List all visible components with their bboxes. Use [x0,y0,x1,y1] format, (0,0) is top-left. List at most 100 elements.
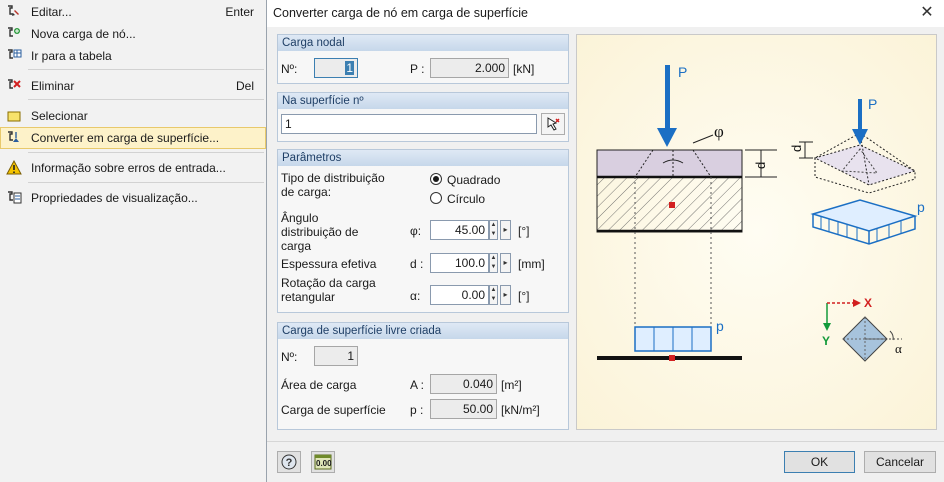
thickness-input[interactable]: 100.0 [430,253,489,273]
angle-symbol: φ: [410,224,422,238]
menu-item-convert-surface-load[interactable]: Converter em carga de superfície... [0,127,266,149]
label-d-right: d [789,145,804,152]
warning-icon [6,160,22,175]
thickness-spinner[interactable]: ▲ ▼ [489,253,498,273]
angle-input[interactable]: 45.00 [430,220,489,240]
surface-load-field: 50.00 [430,399,497,419]
dialog-titlebar: Converter carga de nó em carga de superf… [267,0,944,27]
ok-button[interactable]: OK [784,451,855,473]
menu-separator [28,69,264,70]
area-field: 0.040 [430,374,497,394]
context-menu: Editar... Enter Nova carga de nó... Ir p… [0,0,266,482]
edit-load-icon [8,5,19,16]
menu-separator [28,99,264,100]
select-icon [7,111,21,122]
nodal-no-value: 1 [345,61,354,75]
illustration-graphic: P φ d p P d p X Y α [596,64,925,362]
svg-text:?: ? [286,457,293,469]
thickness-unit: [mm] [518,257,545,271]
menu-shortcut: Enter [225,5,254,19]
menu-separator [28,152,264,153]
thickness-arrow-button[interactable]: ▸ [500,253,511,273]
nodal-no-field[interactable]: 1 [314,58,358,78]
menu-label: Informação sobre erros de entrada... [31,161,226,175]
delete-icon [8,79,21,89]
menu-item-display-properties[interactable]: Propriedades de visualização... [0,187,266,209]
menu-label: Converter em carga de superfície... [31,131,220,145]
radio-circle-label: Círculo [447,192,486,206]
rotation-symbol: α: [410,289,421,303]
convert-load-dialog: Converter carga de nó em carga de superf… [266,0,944,482]
help-button[interactable]: ? [277,451,301,473]
label-P-left: P [678,64,687,80]
angle-arrow-button[interactable]: ▸ [500,220,511,240]
menu-item-select[interactable]: Selecionar [0,105,266,127]
menu-item-input-error-info[interactable]: Informação sobre erros de entrada... [0,157,266,179]
panel-header: Carga de superfície livre criada [278,323,568,339]
table-icon [8,49,22,59]
label-axis-y: Y [822,334,830,348]
menu-item-edit[interactable]: Editar... Enter [0,1,266,23]
rotation-label: Rotação da carga retangular [281,276,376,304]
created-no-label: Nº: [281,350,298,364]
menu-label: Editar... [31,5,72,19]
units-text: 0.00 [316,459,332,468]
help-icon: ? [281,454,297,470]
new-load-icon [8,27,20,37]
distribution-type-label: Tipo de distribuição de carga: [281,171,385,199]
panel-header: Carga nodal [278,35,568,51]
thickness-symbol: d : [410,257,424,271]
angle-unit: [°] [518,224,530,238]
rotation-arrow-button[interactable]: ▸ [500,285,511,305]
menu-item-go-to-table[interactable]: Ir para a tabela [0,45,266,67]
panel-header: Na superfície nº [278,93,568,109]
menu-separator [28,182,264,183]
label-axis-x: X [864,296,872,310]
label-p-bottom: p [716,318,724,334]
panel-header: Parâmetros [278,150,568,166]
menu-shortcut: Del [235,79,254,93]
label-P-right: P [868,96,877,112]
nodal-p-unit: [kN] [513,62,535,76]
pick-surface-button[interactable] [541,113,565,135]
cancel-button[interactable]: Cancelar [864,451,936,473]
menu-label: Nova carga de nó... [31,27,136,41]
surface-number-input[interactable]: 1 [281,114,537,134]
radio-square-label: Quadrado [447,173,501,187]
units-button[interactable]: 0.00 [311,451,335,473]
surface-load-label: Carga de superfície [281,403,386,417]
nodal-p-field: 2.000 [430,58,509,78]
menu-label: Ir para a tabela [31,49,112,63]
rotation-unit: [°] [518,289,530,303]
thickness-label: Espessura efetiva [281,257,377,271]
nodal-no-label: Nº: [281,62,298,76]
radio-circle[interactable] [430,192,442,204]
area-symbol: A : [410,378,425,392]
label-p-right: p [917,199,925,215]
menu-item-new-load[interactable]: Nova carga de nó... [0,23,266,45]
nodal-load-panel: Carga nodal Nº: 1 P : 2.000 [kN] [277,34,569,84]
created-load-panel: Carga de superfície livre criada Nº: 1 Á… [277,322,569,430]
surface-panel: Na superfície nº 1 [277,92,569,142]
dialog-title: Converter carga de nó em carga de superf… [273,6,528,20]
menu-label: Eliminar [31,79,75,93]
created-no-field: 1 [314,346,358,366]
properties-icon [8,191,22,204]
label-alpha: α [895,341,902,356]
surface-load-unit: [kN/m²] [501,403,540,417]
load-distribution-illustration: P φ d p P d p X Y α [576,34,937,430]
angle-spinner[interactable]: ▲ ▼ [489,220,498,240]
close-icon[interactable]: ✕ [916,2,938,24]
rotation-input[interactable]: 0.00 [430,285,489,305]
surface-load-symbol: p : [410,403,424,417]
nodal-p-label: P : [410,62,425,76]
radio-square[interactable] [430,173,442,185]
rotation-spinner[interactable]: ▲ ▼ [489,285,498,305]
menu-label: Selecionar [31,109,88,123]
pick-arrow-icon [547,117,560,131]
menu-item-delete[interactable]: Eliminar Del [0,75,266,97]
menu-label: Propriedades de visualização... [31,191,198,205]
area-label: Área de carga [281,378,357,392]
label-phi: φ [714,122,724,141]
footer-divider [267,441,944,442]
